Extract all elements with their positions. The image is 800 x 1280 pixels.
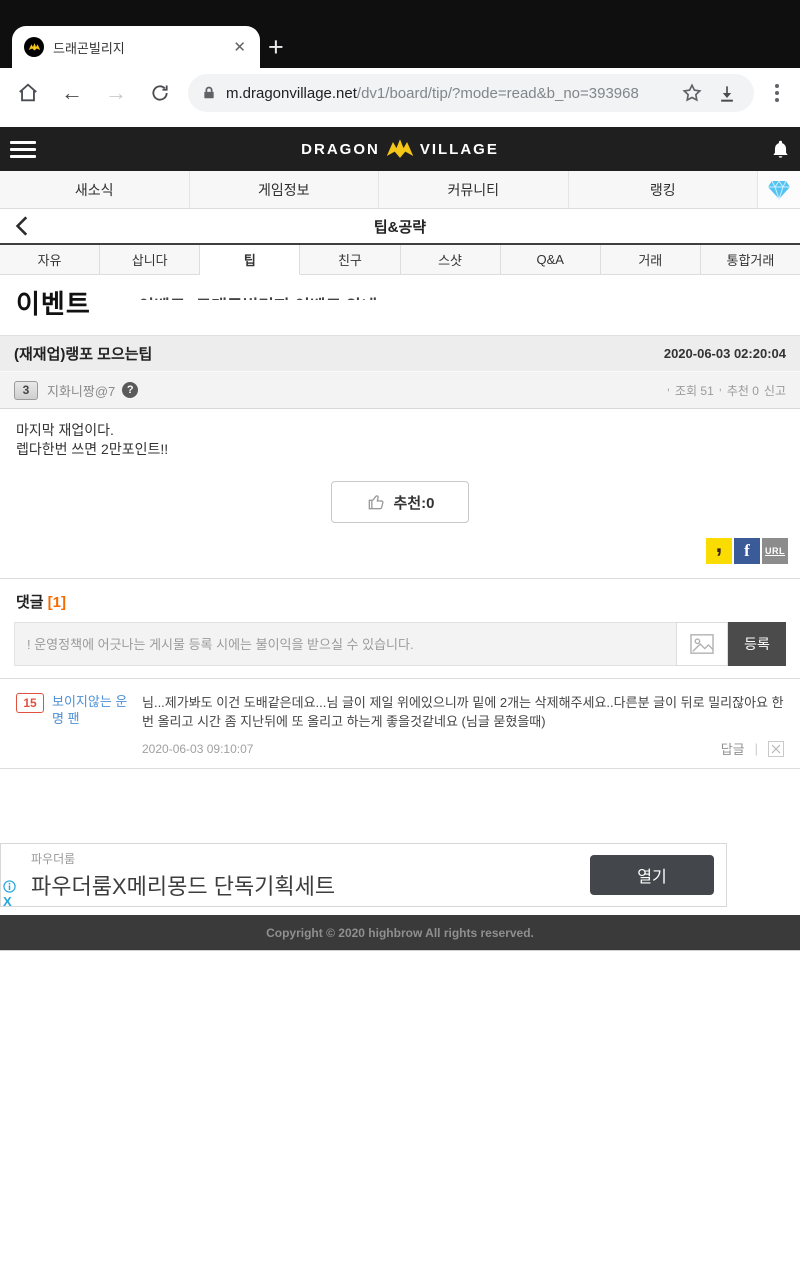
tab-trade[interactable]: 거래 — [601, 245, 701, 275]
tab-buy[interactable]: 삽니다 — [100, 245, 200, 275]
tick-icon: , — [719, 381, 722, 393]
tab-total-trade[interactable]: 통합거래 — [701, 245, 800, 275]
comment-level-badge: 15 — [16, 693, 44, 713]
url-path: /dv1/board/tip/?mode=read&b_no=393968 — [357, 85, 639, 102]
logo-text-left: DRAGON — [301, 141, 380, 158]
site-favicon — [24, 37, 44, 57]
attach-image-button[interactable] — [676, 622, 728, 666]
actions-divider: | — [755, 741, 758, 756]
event-ticker-clip[interactable]: [이벤트] 드래곤빌리지 이벤트 안내 — [133, 292, 693, 300]
ad-advertiser: 파우더룸 — [31, 850, 590, 867]
tab-title: 드래곤빌리지 — [53, 38, 229, 57]
nav-item-community[interactable]: 커뮤니티 — [379, 171, 569, 208]
tab-qna[interactable]: Q&A — [501, 245, 601, 275]
footer-gap — [0, 907, 800, 915]
comments-header: 댓글[1] — [0, 579, 800, 620]
home-icon[interactable] — [6, 71, 50, 115]
logo-text-right: VILLAGE — [420, 141, 499, 158]
new-tab-button[interactable]: + — [268, 32, 284, 62]
tick-icon: , — [667, 381, 670, 393]
notification-bell-icon[interactable] — [764, 139, 790, 160]
author-level-badge: 3 — [14, 381, 38, 400]
browser-toolbar: ← → m.dragonvillage.net/dv1/board/tip/?m… — [0, 68, 800, 118]
facebook-share-icon[interactable]: f — [734, 538, 760, 564]
post-stats: , 조회 51 , 추천 0 신고 — [667, 382, 786, 399]
comments-title: 댓글 — [16, 594, 44, 611]
report-link[interactable]: 신고 — [764, 382, 786, 399]
forward-icon[interactable]: → — [94, 71, 138, 115]
tab-free[interactable]: 자유 — [0, 245, 100, 275]
author-name: 지화니짱@7 — [47, 381, 115, 400]
browser-tab-strip: 드래곤빌리지 ✕ + — [0, 0, 800, 68]
post-content: 마지막 재업이다. 렙다한번 쓰면 2만포인트!! — [0, 409, 800, 459]
comment-item: 15 보이지않는 운명 팬 님...제가봐도 이건 도배같은데요...님 글이 … — [0, 679, 800, 768]
comment-input-row: 등록 — [14, 622, 786, 666]
comment-date: 2020-06-03 09:10:07 — [142, 742, 253, 756]
comment-input[interactable] — [14, 622, 676, 666]
image-icon — [689, 633, 715, 655]
url-text: m.dragonvillage.net/dv1/board/tip/?mode=… — [226, 85, 674, 102]
comments-count: [1] — [48, 594, 66, 611]
delete-comment-icon[interactable] — [768, 741, 784, 757]
diamond-icon[interactable] — [758, 171, 800, 208]
comment-submit-button[interactable]: 등록 — [728, 622, 786, 666]
post-author-bar: 3 지화니짱@7 ? , 조회 51 , 추천 0 신고 — [0, 372, 800, 409]
tab-tip[interactable]: 팁 — [200, 245, 300, 275]
tab-friend[interactable]: 친구 — [300, 245, 400, 275]
tab-close-icon[interactable]: ✕ — [229, 36, 250, 58]
browser-tab[interactable]: 드래곤빌리지 ✕ — [12, 26, 260, 68]
comment-author-name[interactable]: 보이지않는 운명 팬 — [52, 693, 134, 758]
ad-close-button[interactable]: X — [3, 894, 12, 909]
help-icon[interactable]: ? — [122, 382, 138, 398]
event-ticker-label: 이벤트 — [16, 289, 91, 319]
nav-item-ranking[interactable]: 랭킹 — [569, 171, 759, 208]
ad-headline: 파우더룸X메리몽드 단독기획세트 — [31, 869, 590, 901]
vote-label: 추천:0 — [394, 492, 435, 513]
url-domain: m.dragonvillage.net — [226, 85, 357, 102]
site-header: DRAGON VILLAGE — [0, 127, 800, 171]
ad-open-button[interactable]: 열기 — [590, 855, 714, 895]
nav-item-news[interactable]: 새소식 — [0, 171, 190, 208]
board-tabs: 자유 삽니다 팁 친구 스샷 Q&A 거래 통합거래 — [0, 243, 800, 275]
lock-icon — [202, 85, 216, 101]
post-title-bar: (재재업)랭포 모으는팁 2020-06-03 02:20:04 — [0, 335, 800, 372]
comment-text: 님...제가봐도 이건 도배같은데요...님 글이 제일 위에있으니까 밑에 2… — [142, 693, 788, 731]
empty-space — [0, 769, 800, 843]
address-bar[interactable]: m.dragonvillage.net/dv1/board/tip/?mode=… — [188, 74, 754, 112]
kakaostory-share-icon[interactable]: , — [706, 538, 732, 564]
bookmark-star-icon[interactable] — [674, 74, 710, 112]
url-copy-icon[interactable]: URL — [762, 538, 788, 564]
back-icon[interactable]: ← — [50, 71, 94, 115]
share-row: , f URL — [0, 523, 800, 564]
ad-texts[interactable]: 파우더룸 파우더룸X메리몽드 단독기획세트 — [31, 850, 590, 901]
menu-icon[interactable] — [10, 141, 36, 158]
like-count: 추천 0 — [727, 382, 759, 399]
dragon-icon — [385, 138, 415, 160]
board-title: 팁&공략 — [374, 216, 426, 237]
browser-menu-icon[interactable] — [760, 71, 794, 115]
post-content-line: 렙다한번 쓰면 2만포인트!! — [16, 440, 784, 459]
board-header: 팁&공략 — [0, 209, 800, 243]
copyright-text: Copyright © 2020 highbrow All rights res… — [266, 926, 534, 940]
tab-screenshot[interactable]: 스샷 — [401, 245, 501, 275]
refresh-icon[interactable] — [138, 71, 182, 115]
footer: Copyright © 2020 highbrow All rights res… — [0, 915, 800, 950]
nav-item-gameinfo[interactable]: 게임정보 — [190, 171, 380, 208]
reply-button[interactable]: 답글 — [721, 739, 745, 758]
event-ticker: 이벤트 [이벤트] 드래곤빌리지 이벤트 안내 — [0, 275, 800, 327]
footer-divider — [0, 950, 800, 951]
ad-banner: X 파우더룸 파우더룸X메리몽드 단독기획세트 열기 — [0, 843, 727, 907]
view-count: 조회 51 — [675, 382, 714, 399]
post-title: (재재업)랭포 모으는팁 — [14, 343, 152, 364]
thumbs-up-icon — [366, 492, 386, 512]
post-date: 2020-06-03 02:20:04 — [664, 346, 786, 361]
back-chevron-icon[interactable] — [10, 213, 36, 239]
post-content-line: 마지막 재업이다. — [16, 421, 784, 440]
page-top-gap — [0, 118, 800, 127]
download-icon[interactable] — [710, 74, 744, 112]
top-nav: 새소식 게임정보 커뮤니티 랭킹 — [0, 171, 800, 209]
vote-button[interactable]: 추천:0 — [331, 481, 469, 523]
event-ticker-text: [이벤트] 드래곤빌리지 이벤트 안내 — [133, 297, 377, 300]
site-logo[interactable]: DRAGON VILLAGE — [301, 138, 499, 160]
